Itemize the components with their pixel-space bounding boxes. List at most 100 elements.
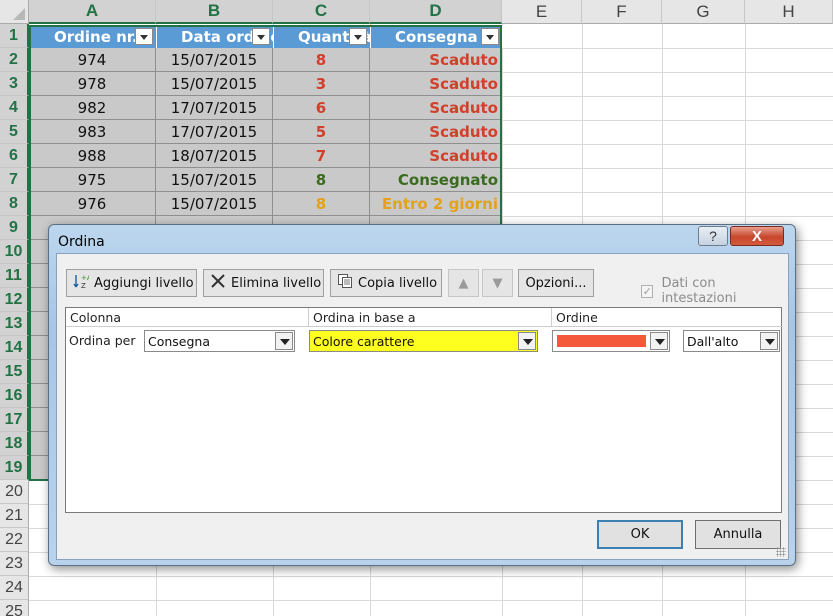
delete-level-label: Elimina livello	[231, 275, 322, 291]
row-header-18[interactable]: 18	[0, 432, 29, 456]
row-header-19[interactable]: 19	[0, 456, 29, 480]
cancel-label: Annulla	[713, 527, 763, 542]
table-cell[interactable]: 3	[273, 72, 370, 96]
order-color-select[interactable]	[552, 330, 670, 352]
select-all-corner[interactable]	[0, 0, 29, 24]
table-cell[interactable]: 8	[273, 192, 370, 216]
table-cell[interactable]: 6	[273, 96, 370, 120]
row-header-11[interactable]: 11	[0, 264, 29, 288]
table-cell[interactable]: 974	[29, 48, 156, 72]
column-header-e[interactable]: E	[502, 0, 582, 24]
column-select-value: Consegna	[148, 333, 211, 349]
row-header-7[interactable]: 7	[0, 168, 29, 192]
table-header-label: Ordine nr.	[54, 27, 138, 46]
filter-dropdown-icon[interactable]	[135, 28, 153, 45]
add-level-icon: +AZ	[73, 273, 92, 293]
resize-grip[interactable]	[776, 547, 786, 557]
add-level-button[interactable]: +AZ Aggiungi livello	[66, 269, 197, 297]
table-cell[interactable]: Scaduto	[370, 72, 502, 96]
move-down-button[interactable]: ▼	[482, 269, 513, 297]
table-cell[interactable]: 982	[29, 96, 156, 120]
row-header-17[interactable]: 17	[0, 408, 29, 432]
column-select[interactable]: Consegna	[144, 330, 295, 352]
table-cell[interactable]: Entro 2 giorni	[370, 192, 502, 216]
filter-dropdown-icon[interactable]	[481, 28, 499, 45]
row-header-4[interactable]: 4	[0, 96, 29, 120]
column-header-h[interactable]: H	[745, 0, 833, 24]
table-cell[interactable]: Scaduto	[370, 144, 502, 168]
cancel-button[interactable]: Annulla	[695, 520, 781, 549]
table-cell[interactable]: 983	[29, 120, 156, 144]
filter-dropdown-icon[interactable]	[349, 28, 367, 45]
move-up-button[interactable]: ▲	[448, 269, 479, 297]
row-header-14[interactable]: 14	[0, 336, 29, 360]
row-header-2[interactable]: 2	[0, 48, 29, 72]
row-header-16[interactable]: 16	[0, 384, 29, 408]
row-header-22[interactable]: 22	[0, 528, 29, 552]
table-cell[interactable]: 15/07/2015	[156, 72, 273, 96]
row-header-1[interactable]: 1	[0, 24, 29, 48]
table-cell[interactable]: Scaduto	[370, 120, 502, 144]
row-header-23[interactable]: 23	[0, 552, 29, 576]
table-cell[interactable]: Scaduto	[370, 96, 502, 120]
svg-text:+A: +A	[81, 274, 89, 282]
row-header-9[interactable]: 9	[0, 216, 29, 240]
chevron-down-icon[interactable]	[518, 332, 536, 350]
delete-level-button[interactable]: Elimina livello	[203, 269, 324, 297]
headers-checkbox-label: Dati con intestazioni	[661, 276, 737, 306]
headers-checkbox-row[interactable]: ✓ Dati con intestazioni	[641, 276, 788, 306]
table-cell[interactable]: 978	[29, 72, 156, 96]
row-header-15[interactable]: 15	[0, 360, 29, 384]
delete-level-icon	[210, 273, 226, 293]
row-header-6[interactable]: 6	[0, 144, 29, 168]
row-header-12[interactable]: 12	[0, 288, 29, 312]
table-cell[interactable]: 975	[29, 168, 156, 192]
copy-level-button[interactable]: Copia livello	[330, 269, 442, 297]
row-header-8[interactable]: 8	[0, 192, 29, 216]
column-header-b[interactable]: B	[156, 0, 273, 24]
row-header-24[interactable]: 24	[0, 576, 29, 600]
row-header-5[interactable]: 5	[0, 120, 29, 144]
chevron-down-icon[interactable]	[650, 332, 668, 350]
row-header-21[interactable]: 21	[0, 504, 29, 528]
ok-button[interactable]: OK	[597, 520, 683, 549]
row-header-13[interactable]: 13	[0, 312, 29, 336]
row-header-20[interactable]: 20	[0, 480, 29, 504]
table-cell[interactable]: 8	[273, 168, 370, 192]
table-cell[interactable]: 7	[273, 144, 370, 168]
row-header-25[interactable]: 25	[0, 600, 29, 616]
options-button[interactable]: Opzioni...	[518, 269, 594, 297]
chevron-down-icon[interactable]	[760, 332, 778, 350]
grid-line	[29, 576, 833, 577]
help-button[interactable]: ?	[698, 226, 728, 246]
table-cell[interactable]: 17/07/2015	[156, 96, 273, 120]
table-cell[interactable]: 18/07/2015	[156, 144, 273, 168]
column-header-d[interactable]: D	[370, 0, 502, 24]
close-button[interactable]: X	[730, 226, 784, 246]
table-cell[interactable]: 15/07/2015	[156, 192, 273, 216]
row-header-10[interactable]: 10	[0, 240, 29, 264]
table-cell[interactable]: 988	[29, 144, 156, 168]
checkbox-icon[interactable]: ✓	[641, 284, 654, 298]
row-header-3[interactable]: 3	[0, 72, 29, 96]
filter-dropdown-icon[interactable]	[252, 28, 270, 45]
column-header-g[interactable]: G	[662, 0, 745, 24]
table-cell[interactable]: Consegnato	[370, 168, 502, 192]
column-header-a[interactable]: A	[29, 0, 156, 24]
order-position-select[interactable]: Dall'alto	[683, 330, 780, 352]
table-header-label: Consegna	[395, 27, 478, 46]
sort-on-select[interactable]: Colore carattere	[309, 330, 538, 352]
table-cell[interactable]: 976	[29, 192, 156, 216]
table-cell[interactable]: 17/07/2015	[156, 120, 273, 144]
column-header-f[interactable]: F	[582, 0, 662, 24]
table-cell[interactable]: 15/07/2015	[156, 168, 273, 192]
table-cell[interactable]: 15/07/2015	[156, 48, 273, 72]
add-level-label: Aggiungi livello	[94, 275, 194, 291]
table-cell[interactable]: Scaduto	[370, 48, 502, 72]
move-down-icon: ▼	[492, 275, 503, 291]
table-cell[interactable]: 8	[273, 48, 370, 72]
chevron-down-icon[interactable]	[275, 332, 293, 350]
column-header-c[interactable]: C	[273, 0, 370, 24]
table-cell[interactable]: 5	[273, 120, 370, 144]
copy-level-label: Copia livello	[358, 275, 438, 291]
